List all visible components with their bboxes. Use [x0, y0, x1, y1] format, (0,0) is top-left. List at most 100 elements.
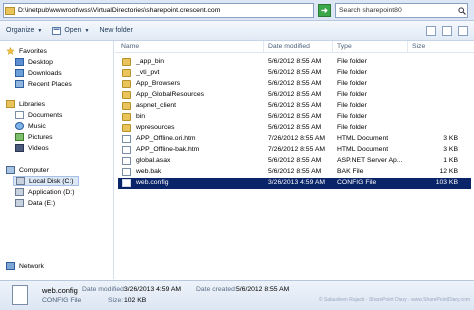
file-size: 3 KB [443, 146, 458, 153]
file-name: web.bak [136, 168, 162, 175]
open-button[interactable]: Open ▼ [52, 26, 90, 35]
column-date[interactable]: Date modified [268, 43, 310, 50]
file-name: App_Browsers [136, 80, 181, 87]
file-type: File folder [337, 102, 367, 109]
go-button[interactable]: ➜ [318, 4, 331, 17]
address-bar[interactable]: D:\inetpub\wwwroot\wss\VirtualDirectorie… [3, 3, 314, 18]
file-row[interactable]: aspnet_client 5/6/2012 8:55 AM File folder [118, 101, 471, 112]
nav-favorites[interactable]: Favorites [6, 47, 47, 55]
network-icon [6, 262, 15, 270]
file-row[interactable]: web.config 3/26/2013 4:59 AM CONFIG File 10… [118, 178, 471, 189]
column-divider[interactable] [263, 41, 264, 53]
file-icon [122, 168, 131, 176]
navigation-pane: Favorites Desktop Downloads Recent Place… [0, 41, 114, 279]
file-row[interactable]: web.bak 5/6/2012 8:55 AM BAK File 12 KB [118, 167, 471, 178]
nav-desktop-label: Desktop [28, 58, 53, 66]
asax-file-icon [122, 157, 131, 165]
file-date: 7/26/2012 8:55 AM [268, 146, 326, 153]
nav-music[interactable]: Music [15, 122, 46, 130]
organize-button[interactable]: Organize ▼ [6, 27, 42, 34]
file-size: 3 KB [443, 135, 458, 142]
file-type: HTML Document [337, 135, 389, 142]
nav-recent-places[interactable]: Recent Places [15, 80, 72, 88]
file-row[interactable]: App_GlobalResources 5/6/2012 8:55 AM File … [118, 90, 471, 101]
file-row[interactable]: wpresources 5/6/2012 8:55 AM File folder [118, 123, 471, 134]
column-divider[interactable] [332, 41, 333, 53]
details-date-created-label: Date created: [196, 286, 237, 293]
file-name: global.asax [136, 157, 171, 164]
details-date-created: 5/6/2012 8:55 AM [236, 286, 290, 293]
nav-network[interactable]: Network [6, 262, 44, 270]
nav-data-drive[interactable]: Data (E:) [15, 199, 55, 207]
file-date: 7/26/2012 8:55 AM [268, 135, 326, 142]
file-name: _vti_pvt [136, 69, 160, 76]
nav-music-label: Music [28, 122, 46, 130]
nav-pictures[interactable]: Pictures [15, 133, 53, 141]
file-name: APP_Offline.ori.htm [136, 135, 196, 142]
folder-icon [122, 102, 131, 110]
search-icon[interactable] [457, 4, 467, 17]
nav-favorites-label: Favorites [19, 47, 47, 55]
folder-icon [122, 91, 131, 99]
recent-places-icon [15, 80, 24, 88]
folder-icon [122, 69, 131, 77]
nav-local-disk[interactable]: Local Disk (C:) [13, 176, 79, 186]
address-path[interactable]: D:\inetpub\wwwroot\wss\VirtualDirectorie… [18, 7, 220, 14]
new-folder-button[interactable]: New folder [99, 27, 132, 34]
nav-network-label: Network [19, 262, 44, 270]
command-bar: Organize ▼ Open ▼ New folder [0, 21, 474, 41]
computer-icon [6, 166, 15, 174]
nav-local-disk-label: Local Disk (C:) [29, 177, 74, 185]
nav-computer-label: Computer [19, 166, 49, 174]
organize-label: Organize [6, 27, 35, 34]
file-row[interactable]: App_Browsers 5/6/2012 8:55 AM File folder [118, 79, 471, 90]
folder-icon [122, 113, 131, 121]
preview-pane-icon[interactable] [442, 26, 452, 36]
watermark: © Salaudeen Rajack · SharePoint Diary · … [318, 297, 470, 303]
file-name: APP_Offline-bak.htm [136, 146, 200, 153]
nav-libraries[interactable]: Libraries [6, 100, 45, 108]
folder-icon [122, 58, 131, 66]
file-name: aspnet_client [136, 102, 177, 109]
column-type[interactable]: Type [337, 43, 352, 50]
details-pane: web.config CONFIG File Date modified: 3/… [0, 280, 474, 310]
file-date: 5/6/2012 8:55 AM [268, 80, 322, 87]
file-date: 5/6/2012 8:55 AM [268, 102, 322, 109]
file-name: App_GlobalResources [136, 91, 205, 98]
nav-pictures-label: Pictures [28, 133, 53, 141]
file-date: 5/6/2012 8:55 AM [268, 91, 322, 98]
file-type: CONFIG File [337, 179, 377, 186]
file-row[interactable]: _vti_pvt 5/6/2012 8:55 AM File folder [118, 68, 471, 79]
drive-icon [16, 177, 25, 185]
file-row[interactable]: APP_Offline-bak.htm 7/26/2012 8:55 AM HTML… [118, 145, 471, 156]
open-label: Open [64, 27, 82, 34]
details-size-label: Size: [108, 297, 124, 304]
nav-videos-label: Videos [28, 144, 49, 152]
file-date: 5/6/2012 8:55 AM [268, 124, 322, 131]
search-input[interactable]: Search sharepoint80 [335, 3, 468, 18]
search-placeholder: Search sharepoint80 [339, 7, 402, 14]
file-row[interactable]: _app_bin 5/6/2012 8:55 AM File folder [118, 57, 471, 68]
file-type: File folder [337, 91, 367, 98]
nav-desktop[interactable]: Desktop [15, 58, 53, 66]
nav-libraries-label: Libraries [19, 100, 46, 108]
nav-application-drive[interactable]: Application (D:) [15, 188, 74, 196]
column-name[interactable]: Name [121, 43, 139, 50]
open-icon [52, 26, 62, 35]
column-size[interactable]: Size [412, 43, 425, 50]
file-row[interactable]: global.asax 5/6/2012 8:55 AM ASP.NET Serve… [118, 156, 471, 167]
chevron-down-icon: ▼ [84, 27, 90, 34]
file-row[interactable]: APP_Offline.ori.htm 7/26/2012 8:55 AM HTML… [118, 134, 471, 145]
views-icon[interactable] [426, 26, 436, 36]
nav-documents[interactable]: Documents [15, 111, 62, 119]
help-icon[interactable] [458, 26, 468, 36]
details-date-modified-label: Date modified: [82, 286, 126, 293]
nav-computer[interactable]: Computer [6, 166, 49, 174]
file-type: File folder [337, 124, 367, 131]
nav-downloads[interactable]: Downloads [15, 69, 62, 77]
file-row[interactable]: bin 5/6/2012 8:55 AM File folder [118, 112, 471, 123]
column-divider[interactable] [407, 41, 408, 53]
file-type: HTML Document [337, 146, 389, 153]
nav-videos[interactable]: Videos [15, 144, 49, 152]
config-file-icon [12, 285, 28, 305]
